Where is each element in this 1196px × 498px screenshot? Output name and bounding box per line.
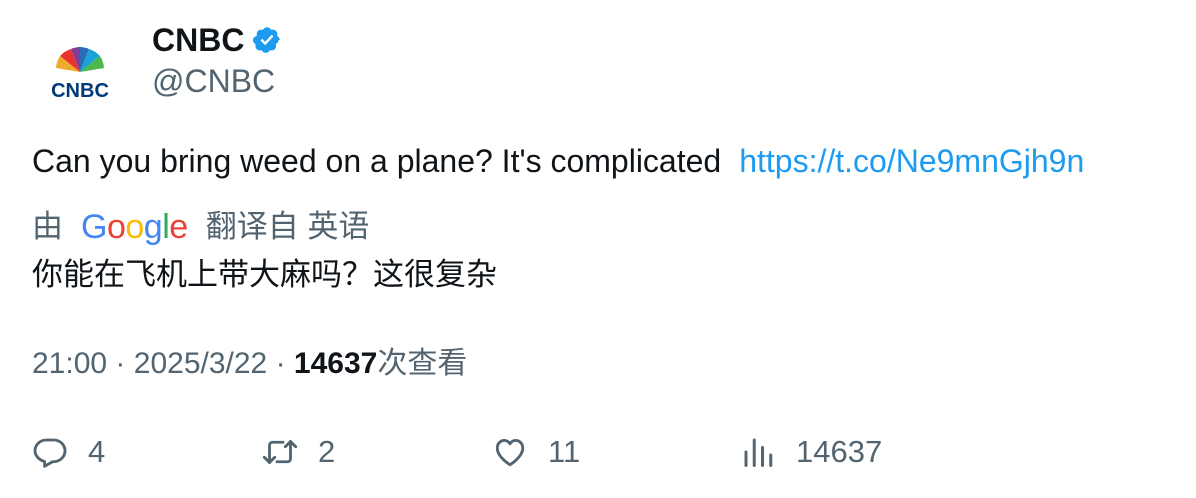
verified-badge-icon: [253, 27, 281, 53]
tweet-time[interactable]: 21:00: [32, 347, 107, 380]
analytics-icon: [744, 438, 773, 467]
reply-button[interactable]: 4: [32, 430, 105, 474]
tweet-link[interactable]: https://t.co/Ne9mnGjh9n: [739, 143, 1084, 179]
reply-icon: [33, 438, 67, 468]
tweet-date[interactable]: 2025/3/22: [134, 347, 267, 380]
display-name-text[interactable]: CNBC: [152, 20, 244, 60]
svg-text:CNBC: CNBC: [51, 80, 109, 102]
like-count: 11: [548, 434, 581, 469]
reply-count: 4: [88, 434, 106, 469]
translation-prefix: 由: [32, 209, 63, 244]
separator: ·: [115, 347, 126, 380]
retweet-button[interactable]: 2: [262, 430, 335, 474]
views-action-count: 14637: [796, 434, 883, 469]
translated-text: 你能在飞机上带大麻吗？这很复杂: [32, 257, 497, 292]
tweet-meta: 21:00 · 2025/3/22 · 14637次查看: [32, 344, 467, 384]
views-count: 14637: [293, 347, 378, 380]
views-label: 次查看: [377, 347, 468, 380]
retweet-count: 2: [318, 434, 336, 469]
translation-attribution: 由 Google 翻译自 英语: [32, 207, 369, 247]
cnbc-peacock-logo: CNBC: [51, 47, 109, 102]
tweet-text: Can you bring weed on a plane? It's comp…: [32, 141, 1084, 181]
separator: ·: [275, 347, 286, 380]
tweet-body: Can you bring weed on a plane? It's comp…: [32, 143, 722, 179]
like-button[interactable]: 11: [492, 430, 580, 474]
retweet-icon: [262, 440, 298, 464]
translation-suffix[interactable]: 翻译自 英语: [206, 207, 370, 247]
google-logo: Google: [81, 208, 188, 246]
author-name[interactable]: CNBC: [152, 20, 282, 60]
author-handle[interactable]: @CNBC: [152, 61, 275, 101]
avatar[interactable]: CNBC: [32, 24, 128, 120]
action-bar: 4 2 11 14637: [0, 430, 1196, 476]
heart-icon: [495, 439, 525, 467]
views-button[interactable]: 14637: [740, 430, 882, 474]
